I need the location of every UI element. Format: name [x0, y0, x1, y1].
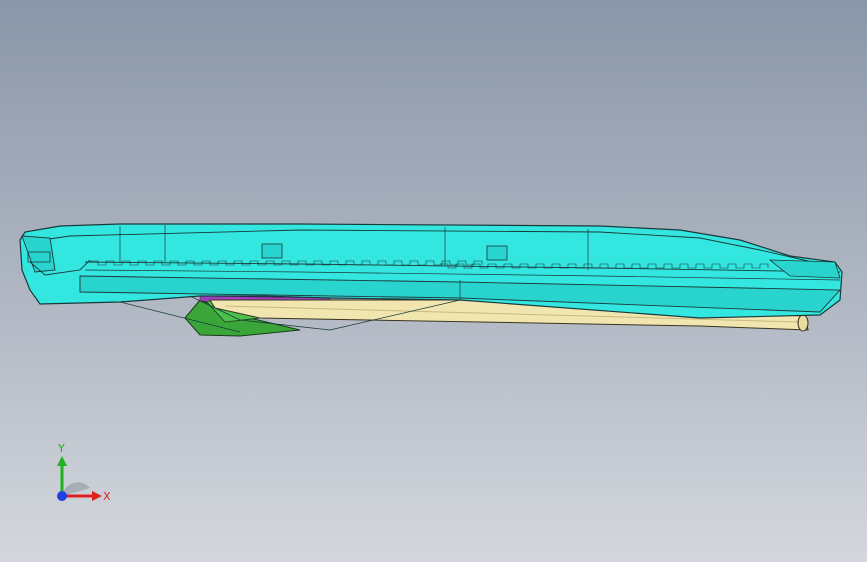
3d-model-view[interactable]: [0, 0, 867, 562]
y-axis-label: Y: [57, 442, 65, 455]
coordinate-triad-icon: Y X: [57, 442, 111, 503]
x-axis-label: X: [103, 490, 111, 503]
graphics-viewport[interactable]: Y X: [0, 0, 867, 562]
z-axis-dot: [57, 491, 67, 501]
